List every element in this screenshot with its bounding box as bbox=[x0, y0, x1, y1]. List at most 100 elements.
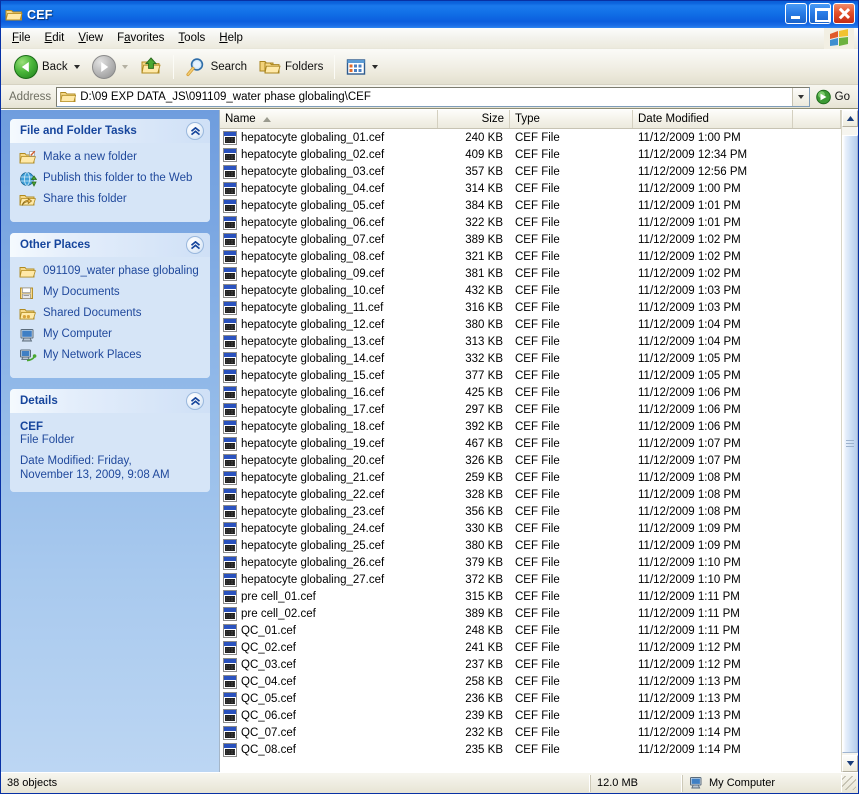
cef-file-icon bbox=[223, 266, 237, 281]
table-row[interactable]: hepatocyte globaling_25.cef 380 KB CEF Fil… bbox=[220, 537, 841, 554]
table-row[interactable]: hepatocyte globaling_15.cef 377 KB CEF Fil… bbox=[220, 367, 841, 384]
cell-name: hepatocyte globaling_23.cef bbox=[220, 504, 438, 519]
forward-button[interactable] bbox=[86, 52, 134, 82]
status-object-count: 38 objects bbox=[1, 774, 590, 792]
file-rows[interactable]: hepatocyte globaling_01.cef 240 KB CEF Fil… bbox=[220, 129, 841, 772]
vertical-scrollbar[interactable] bbox=[841, 110, 858, 772]
scrollbar-track[interactable] bbox=[842, 127, 858, 755]
table-row[interactable]: QC_04.cef 258 KB CEF File 11/12/2009 1:13 P… bbox=[220, 673, 841, 690]
place-091109-water-phase-globaling[interactable]: 091109_water phase globaling bbox=[19, 264, 202, 280]
cell-size: 241 KB bbox=[465, 641, 503, 654]
close-button[interactable] bbox=[833, 3, 855, 24]
table-row[interactable]: hepatocyte globaling_27.cef 372 KB CEF Fil… bbox=[220, 571, 841, 588]
place-my-computer[interactable]: My Computer bbox=[19, 327, 202, 343]
column-header-type[interactable]: Type bbox=[510, 110, 633, 128]
table-row[interactable]: hepatocyte globaling_08.cef 321 KB CEF Fil… bbox=[220, 248, 841, 265]
menu-item-edit[interactable]: Edit bbox=[38, 30, 72, 47]
table-row[interactable]: hepatocyte globaling_01.cef 240 KB CEF Fil… bbox=[220, 129, 841, 146]
table-row[interactable]: pre cell_01.cef 315 KB CEF File 11/12/2009 … bbox=[220, 588, 841, 605]
panel-header[interactable]: Other Places bbox=[10, 233, 210, 257]
table-row[interactable]: hepatocyte globaling_13.cef 313 KB CEF Fil… bbox=[220, 333, 841, 350]
toolbar-separator-2 bbox=[334, 54, 336, 79]
table-row[interactable]: hepatocyte globaling_22.cef 328 KB CEF Fil… bbox=[220, 486, 841, 503]
menu-item-tools[interactable]: Tools bbox=[171, 30, 212, 47]
table-row[interactable]: hepatocyte globaling_21.cef 259 KB CEF Fil… bbox=[220, 469, 841, 486]
table-row[interactable]: hepatocyte globaling_14.cef 332 KB CEF Fil… bbox=[220, 350, 841, 367]
address-input[interactable]: D:\09 EXP DATA_JS\091109_water phase glo… bbox=[56, 86, 810, 107]
table-row[interactable]: QC_08.cef 235 KB CEF File 11/12/2009 1:14 P… bbox=[220, 741, 841, 758]
views-button[interactable] bbox=[340, 52, 384, 82]
up-button[interactable] bbox=[134, 52, 168, 82]
table-row[interactable]: hepatocyte globaling_04.cef 314 KB CEF Fil… bbox=[220, 180, 841, 197]
column-header-size[interactable]: Size bbox=[438, 110, 510, 128]
panel-header[interactable]: File and Folder Tasks bbox=[10, 119, 210, 143]
table-row[interactable]: QC_07.cef 232 KB CEF File 11/12/2009 1:14 P… bbox=[220, 724, 841, 741]
table-row[interactable]: hepatocyte globaling_23.cef 356 KB CEF Fil… bbox=[220, 503, 841, 520]
search-label: Search bbox=[210, 60, 248, 73]
place-my-network-places[interactable]: My Network Places bbox=[19, 348, 202, 364]
table-row[interactable]: hepatocyte globaling_18.cef 392 KB CEF Fil… bbox=[220, 418, 841, 435]
views-dropdown-icon[interactable] bbox=[372, 64, 379, 69]
column-header-name[interactable]: Name bbox=[220, 110, 438, 128]
table-row[interactable]: hepatocyte globaling_10.cef 432 KB CEF Fil… bbox=[220, 282, 841, 299]
chevron-up-icon[interactable] bbox=[186, 392, 204, 410]
minimize-button[interactable] bbox=[785, 3, 807, 24]
table-row[interactable]: hepatocyte globaling_07.cef 389 KB CEF Fil… bbox=[220, 231, 841, 248]
place-my-documents[interactable]: My Documents bbox=[19, 285, 202, 301]
back-button[interactable]: Back bbox=[8, 52, 86, 82]
cef-file-icon bbox=[223, 572, 237, 587]
table-row[interactable]: hepatocyte globaling_16.cef 425 KB CEF Fil… bbox=[220, 384, 841, 401]
table-row[interactable]: hepatocyte globaling_05.cef 384 KB CEF Fil… bbox=[220, 197, 841, 214]
cell-date-modified: 11/12/2009 1:09 PM bbox=[638, 539, 741, 552]
table-row[interactable]: hepatocyte globaling_03.cef 357 KB CEF Fil… bbox=[220, 163, 841, 180]
back-arrow-icon bbox=[14, 54, 38, 79]
search-button[interactable]: Search bbox=[179, 52, 253, 82]
cell-size: 259 KB bbox=[465, 471, 503, 484]
table-row[interactable]: pre cell_02.cef 389 KB CEF File 11/12/2009 … bbox=[220, 605, 841, 622]
table-row[interactable]: QC_05.cef 236 KB CEF File 11/12/2009 1:13 P… bbox=[220, 690, 841, 707]
file-name-label: QC_03.cef bbox=[241, 658, 296, 671]
menu-item-help[interactable]: Help bbox=[212, 30, 250, 47]
back-dropdown-icon[interactable] bbox=[73, 64, 80, 69]
cef-file-icon bbox=[223, 623, 237, 638]
menu-item-favorites[interactable]: Favorites bbox=[110, 30, 171, 47]
file-name-label: hepatocyte globaling_07.cef bbox=[241, 233, 385, 246]
table-row[interactable]: hepatocyte globaling_12.cef 380 KB CEF Fil… bbox=[220, 316, 841, 333]
table-row[interactable]: hepatocyte globaling_20.cef 326 KB CEF Fil… bbox=[220, 452, 841, 469]
maximize-button[interactable] bbox=[809, 3, 831, 24]
table-row[interactable]: QC_02.cef 241 KB CEF File 11/12/2009 1:12 P… bbox=[220, 639, 841, 656]
table-row[interactable]: hepatocyte globaling_11.cef 316 KB CEF Fil… bbox=[220, 299, 841, 316]
go-button[interactable]: Go bbox=[812, 86, 858, 108]
table-row[interactable]: hepatocyte globaling_17.cef 297 KB CEF Fil… bbox=[220, 401, 841, 418]
menu-item-view[interactable]: View bbox=[71, 30, 110, 47]
task-share-this-folder[interactable]: Share this folder bbox=[19, 192, 202, 208]
network-places-icon bbox=[19, 348, 37, 364]
chevron-up-icon[interactable] bbox=[186, 236, 204, 254]
task-make-a-new-folder[interactable]: Make a new folder bbox=[19, 150, 202, 166]
chevron-up-icon[interactable] bbox=[186, 122, 204, 140]
scroll-down-button[interactable] bbox=[842, 755, 858, 772]
table-row[interactable]: QC_01.cef 248 KB CEF File 11/12/2009 1:11 P… bbox=[220, 622, 841, 639]
cell-date-modified: 11/12/2009 1:14 PM bbox=[638, 726, 741, 739]
table-row[interactable]: hepatocyte globaling_19.cef 467 KB CEF Fil… bbox=[220, 435, 841, 452]
panel-header[interactable]: Details bbox=[10, 389, 210, 413]
cef-file-icon bbox=[223, 538, 237, 553]
scrollbar-thumb[interactable] bbox=[842, 135, 858, 753]
column-header-date-modified[interactable]: Date Modified bbox=[633, 110, 793, 128]
table-row[interactable]: hepatocyte globaling_09.cef 381 KB CEF Fil… bbox=[220, 265, 841, 282]
table-row[interactable]: QC_03.cef 237 KB CEF File 11/12/2009 1:12 P… bbox=[220, 656, 841, 673]
place-shared-documents[interactable]: Shared Documents bbox=[19, 306, 202, 322]
table-row[interactable]: hepatocyte globaling_26.cef 379 KB CEF Fil… bbox=[220, 554, 841, 571]
cell-size: 357 KB bbox=[465, 165, 503, 178]
table-row[interactable]: hepatocyte globaling_24.cef 330 KB CEF Fil… bbox=[220, 520, 841, 537]
scroll-up-button[interactable] bbox=[842, 110, 858, 127]
task-publish-this-folder-to-the-web[interactable]: Publish this folder to the Web bbox=[19, 171, 202, 187]
share-folder-icon bbox=[19, 192, 37, 208]
table-row[interactable]: hepatocyte globaling_06.cef 322 KB CEF Fil… bbox=[220, 214, 841, 231]
table-row[interactable]: hepatocyte globaling_02.cef 409 KB CEF Fil… bbox=[220, 146, 841, 163]
resize-grip[interactable] bbox=[842, 776, 856, 790]
menu-item-file[interactable]: File bbox=[5, 30, 38, 47]
table-row[interactable]: QC_06.cef 239 KB CEF File 11/12/2009 1:13 P… bbox=[220, 707, 841, 724]
address-dropdown-button[interactable] bbox=[791, 87, 809, 106]
folders-button[interactable]: Folders bbox=[253, 52, 329, 82]
